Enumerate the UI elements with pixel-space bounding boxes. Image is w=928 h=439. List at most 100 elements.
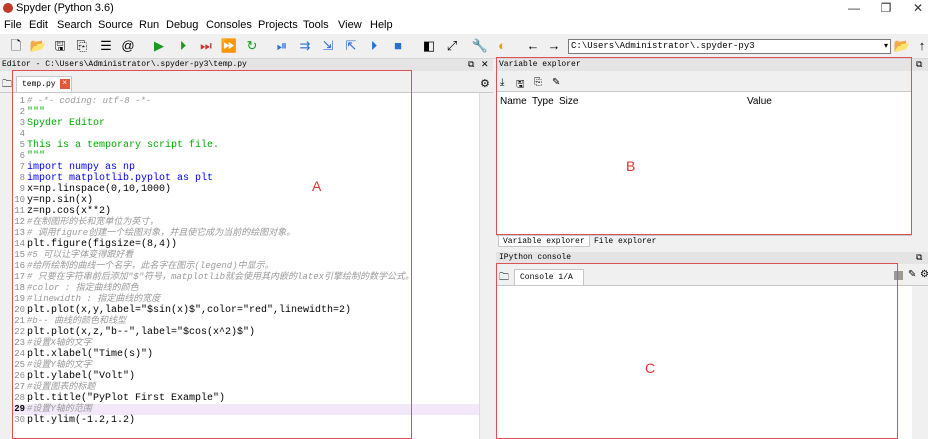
code-line[interactable]: 25 #设置Y轴的文字 [12, 360, 493, 371]
code-line[interactable]: 20 plt.plot(x,y,label="$sin(x)$",color="r… [12, 305, 493, 316]
maximize-button[interactable]: ❐ [870, 0, 902, 17]
code-line[interactable]: 30 plt.ylim(-1.2,1.2) [12, 415, 493, 426]
code-line[interactable]: 21 #b-- 曲线的颜色和线型 [12, 316, 493, 327]
new-file-icon[interactable]: 🗋 [8, 38, 24, 54]
run-selection-icon[interactable]: ⏩ [221, 38, 237, 54]
step-return-icon[interactable]: ⇱ [343, 38, 359, 54]
run-cell-icon[interactable]: ⏵ [175, 38, 191, 54]
code-line[interactable]: 17 # 只要在字符串前后添加"$"符号，matplotlib就会使用其内嵌的la… [12, 272, 493, 283]
code-line[interactable]: 29 #设置Y轴的范围 [12, 404, 493, 415]
step-icon[interactable]: ⇉ [297, 38, 313, 54]
menu-edit[interactable]: Edit [29, 19, 48, 31]
eraser-icon[interactable]: ✎ [908, 269, 916, 280]
stop-kernel-icon[interactable] [894, 271, 903, 280]
maximize-pane-icon[interactable]: ◧ [421, 38, 437, 54]
menu-source[interactable]: Source [98, 19, 133, 31]
code-line[interactable]: 6 """ [12, 151, 493, 162]
continue-icon[interactable]: ⏵ [366, 38, 382, 54]
code-line[interactable]: 9 x=np.linspace(0,10,1000) [12, 184, 493, 195]
tab-file-explorer[interactable]: File explorer [590, 236, 660, 247]
code-line[interactable]: 26 plt.ylabel("Volt") [12, 371, 493, 382]
preferences-wrench-icon[interactable]: 🔧 [472, 38, 488, 54]
list-icon[interactable]: ☰ [98, 38, 114, 54]
console-output[interactable] [496, 286, 912, 439]
column-size[interactable]: Size [559, 96, 578, 107]
tab-close-icon[interactable]: × [59, 78, 70, 89]
undock-icon[interactable]: ⧉ [916, 59, 922, 71]
menu-view[interactable]: View [338, 19, 362, 31]
browse-tabs-icon[interactable]: 🗀 [2, 77, 12, 94]
code-line[interactable]: 24 plt.xlabel("Time(s)") [12, 349, 493, 360]
column-name[interactable]: Name [500, 96, 527, 107]
run-icon[interactable]: ▶ [151, 38, 167, 54]
browse-tabs-icon[interactable]: 🗀 [499, 270, 509, 287]
code-line[interactable]: 10 y=np.sin(x) [12, 195, 493, 206]
options-gear-icon[interactable]: ⚙ [920, 269, 928, 280]
code-line[interactable]: 3 Spyder Editor [12, 118, 493, 129]
debug-icon[interactable]: ⏯ [274, 38, 290, 54]
minimize-button[interactable]: — [838, 0, 870, 17]
stop-icon[interactable]: ■ [390, 38, 406, 54]
save-all-icon[interactable]: ⎘ [74, 38, 90, 54]
tab-console-1a[interactable]: Console 1/A× [514, 269, 584, 297]
run-cell-advance-icon[interactable]: ⏭ [198, 38, 214, 54]
at-icon[interactable]: @ [120, 38, 136, 54]
code-line[interactable]: 28 plt.title("PyPlot First Example") [12, 393, 493, 404]
menu-run[interactable]: Run [139, 19, 159, 31]
code-line[interactable]: 27 #设置图表的标题 [12, 382, 493, 393]
menu-help[interactable]: Help [370, 19, 393, 31]
code-line[interactable]: 8 import matplotlib.pyplot as plt [12, 173, 493, 184]
code-editor[interactable]: 1 # -*- coding: utf-8 -*- 2 """ 3 Spyder Edit… [12, 93, 493, 439]
open-file-icon[interactable]: 📂 [30, 38, 46, 54]
code-line[interactable]: 2 """ [12, 107, 493, 118]
column-value[interactable]: Value [747, 96, 772, 107]
variable-table[interactable]: Name Type Size Value [496, 91, 912, 236]
code-line[interactable]: 12 #在制图形的长和宽单位为英寸， [12, 217, 493, 228]
browse-folder-icon[interactable]: 📂 [894, 38, 910, 54]
code-line[interactable]: 7 import numpy as np [12, 162, 493, 173]
code-line[interactable]: 14 plt.figure(figsize=(8,4)) [12, 239, 493, 250]
eraser-icon[interactable]: ✎ [552, 77, 560, 88]
code-line[interactable]: 1 # -*- coding: utf-8 -*- [12, 96, 493, 107]
menu-projects[interactable]: Projects [258, 19, 298, 31]
code-line[interactable]: 18 #color : 指定曲线的颜色 [12, 283, 493, 294]
undock-icon[interactable]: ⧉ [916, 252, 922, 264]
code-line[interactable]: 15 #5 可以让字体变得跟好看 [12, 250, 493, 261]
editor-scrollbar[interactable] [479, 93, 493, 439]
tab-temp-py[interactable]: temp.py × [16, 76, 72, 92]
undock-icon[interactable]: ⧉ [468, 59, 474, 71]
save-icon[interactable]: 🖫 [52, 38, 68, 54]
back-arrow-icon[interactable]: ← [525, 38, 541, 54]
code-line[interactable]: 11 z=np.cos(x**2) [12, 206, 493, 217]
close-button[interactable]: ✕ [902, 0, 928, 17]
forward-arrow-icon[interactable]: → [546, 38, 562, 54]
python-path-icon[interactable]: ◐ [494, 38, 510, 54]
rerun-icon[interactable]: ↻ [244, 38, 260, 54]
menu-file[interactable]: File [4, 19, 22, 31]
parent-dir-arrow-icon[interactable]: ↑ [914, 38, 928, 54]
working-directory-input[interactable]: C:\Users\Administrator\.spyder-py3 ▾ [568, 39, 891, 54]
close-pane-icon[interactable]: ✕ [481, 59, 489, 71]
code-line[interactable]: 23 #设置X轴的文字 [12, 338, 493, 349]
tab-variable-explorer[interactable]: Variable explorer [498, 236, 590, 247]
import-data-icon[interactable]: ⤓ [500, 77, 504, 88]
line-number: 5 [19, 140, 25, 150]
code-line[interactable]: 22 plt.plot(x,z,"b--",label="$cos(x^2)$") [12, 327, 493, 338]
console-tab-label: Console 1/A [520, 273, 573, 282]
chevron-down-icon[interactable]: ▾ [884, 40, 888, 53]
menu-debug[interactable]: Debug [166, 19, 198, 31]
code-line[interactable]: 5 This is a temporary script file. [12, 140, 493, 151]
options-gear-icon[interactable]: ⚙ [480, 77, 490, 90]
code-line[interactable]: 13 # 调用figure创建一个绘图对象，并且使它成为当前的绘图对象。 [12, 228, 493, 239]
menu-search[interactable]: Search [57, 19, 92, 31]
code-line[interactable]: 19 #linewidth : 指定曲线的宽度 [12, 294, 493, 305]
step-into-icon[interactable]: ⇲ [320, 38, 336, 54]
code-line[interactable]: 16 #给所绘制的曲线一个名字，此名字在图示(legend)中显示。 [12, 261, 493, 272]
save-as-icon[interactable]: ⎘ [534, 77, 542, 88]
code-line[interactable]: 4 [12, 129, 493, 140]
menu-consoles[interactable]: Consoles [206, 19, 252, 31]
column-type[interactable]: Type [532, 96, 554, 107]
menu-tools[interactable]: Tools [303, 19, 329, 31]
code-text: #设置X轴的文字 [27, 338, 92, 348]
fullscreen-icon[interactable]: ⤢ [444, 38, 460, 54]
